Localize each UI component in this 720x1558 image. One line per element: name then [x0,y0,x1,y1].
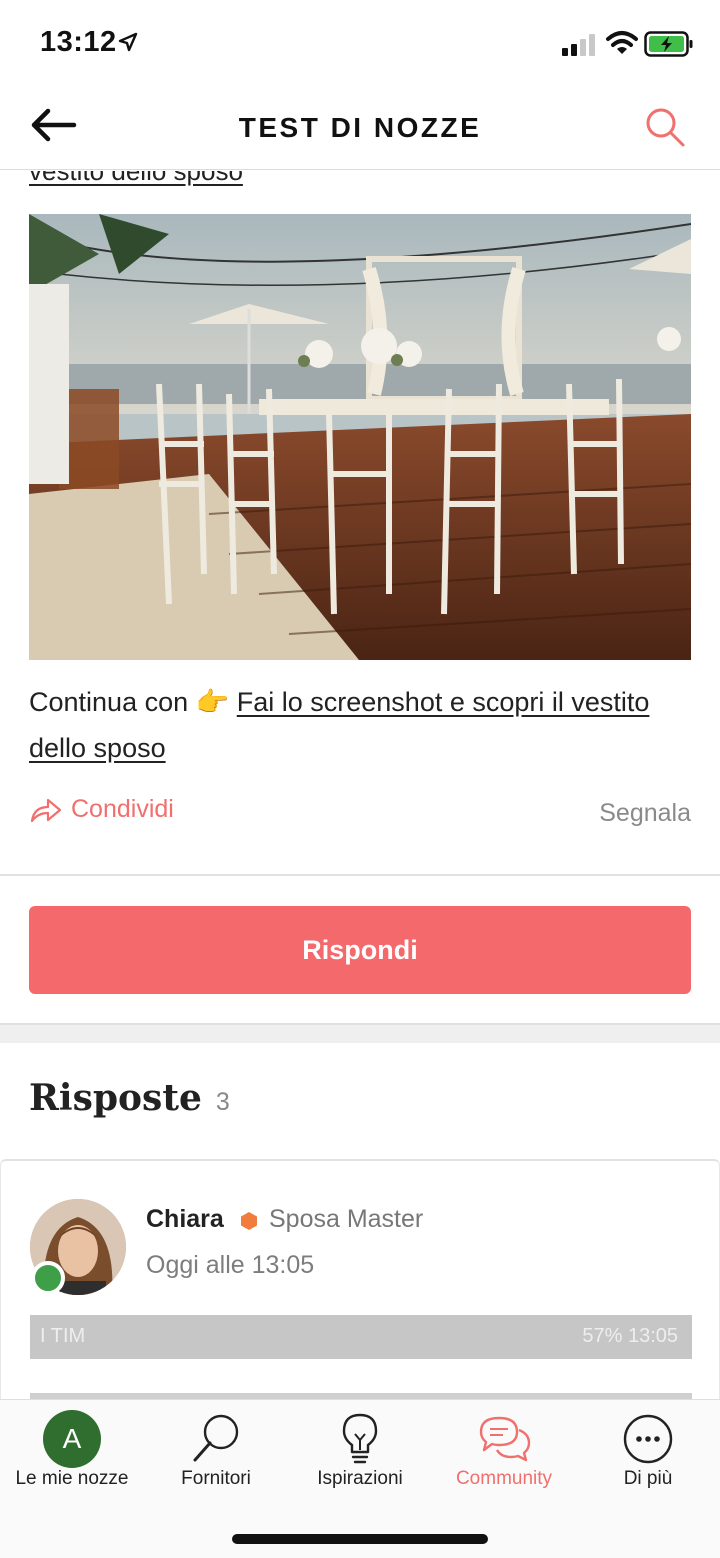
tab-vendors[interactable]: Fornitori [144,1400,288,1500]
report-link[interactable]: Segnala [599,799,691,828]
tab-label: Ispirazioni [317,1468,403,1489]
thread-content[interactable]: vestito dello sposo Continua con 👉 Fai l… [0,171,720,1399]
embedded-carrier: I TIM [40,1325,86,1347]
tab-inspiration[interactable]: Ispirazioni [288,1400,432,1500]
tab-label: Di più [623,1468,673,1489]
online-status-dot [31,1261,65,1295]
search-icon[interactable] [644,106,686,148]
rank-badge-icon [241,1212,257,1230]
post-text-prefix: Continua con 👉 [29,687,237,717]
author-rank: Sposa Master [269,1205,424,1233]
post-image [29,214,691,660]
tab-my-wedding[interactable]: A Le mie nozze [0,1400,144,1500]
post-actions: Condividi Segnala [29,795,691,835]
avatar-icon: A [43,1410,101,1468]
more-icon [623,1414,673,1464]
nav-bar: TEST DI NOZZE [0,90,720,170]
battery-charging-icon [644,31,693,57]
tab-community[interactable]: Community [432,1400,576,1500]
reply-button[interactable]: Rispondi [29,906,691,994]
location-arrow-icon [118,32,138,52]
chat-bubbles-icon [479,1416,531,1462]
post-time: Oggi alle 13:05 [146,1251,315,1279]
answer-card[interactable]: Chiara Sposa Master Oggi alle 13:05 I TI… [0,1159,720,1399]
search-icon [193,1414,239,1462]
page-title: TEST DI NOZZE [238,112,482,143]
answers-heading: Risposte 3 [29,1077,230,1119]
share-button[interactable]: Condividi [29,795,174,824]
share-arrow-icon [30,798,62,822]
tab-more[interactable]: Di più [576,1400,720,1500]
post-body: Continua con 👉 Fai lo screenshot e scopr… [29,679,691,771]
section-separator [0,1023,720,1043]
author-name[interactable]: Chiara [146,1205,224,1234]
status-time: 13:12 [40,26,117,58]
embedded-status: 57% 13:05 [582,1325,678,1347]
tab-label: Community [455,1468,553,1489]
wifi-icon [606,31,638,54]
share-label: Condividi [71,795,174,823]
wedding-terrace-illustration [29,214,691,660]
answers-title: Risposte [29,1077,202,1119]
answers-count: 3 [215,1088,230,1116]
status-bar: 13:12 [0,0,720,90]
tab-label: Fornitori [181,1468,251,1489]
tab-label: Le mie nozze [15,1468,129,1489]
divider [0,874,720,876]
cellular-signal-icon [562,34,595,56]
home-indicator[interactable] [232,1534,488,1544]
lightbulb-icon [342,1413,378,1464]
avatar-letter: A [43,1410,101,1468]
tab-bar: A Le mie nozze Fornitori Ispirazioni Com… [0,1399,720,1558]
clipped-link[interactable]: vestito dello sposo [29,171,243,187]
embedded-screenshot[interactable]: I TIM 57% 13:05 [30,1315,692,1359]
